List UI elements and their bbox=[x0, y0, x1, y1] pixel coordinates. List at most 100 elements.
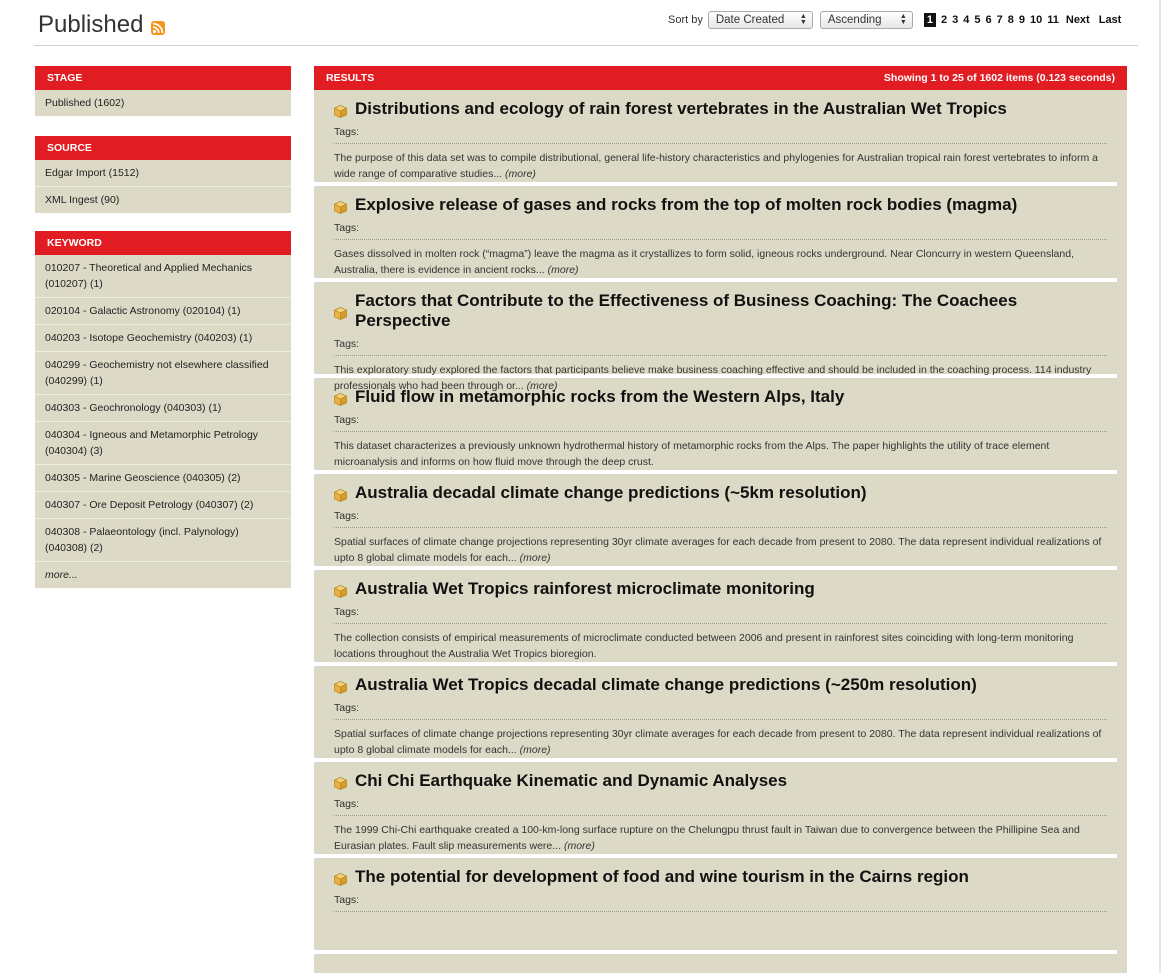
pagination: 1 2 3 4 5 6 7 8 9 10 11 Next Last bbox=[923, 13, 1126, 27]
result-description: The 1999 Chi-Chi earthquake created a 10… bbox=[334, 822, 1107, 854]
result-more-link[interactable]: (more) bbox=[564, 840, 595, 852]
result-title-text[interactable]: Australia Wet Tropics decadal climate ch… bbox=[355, 675, 977, 695]
facet-stage-item[interactable]: Published (1602) bbox=[35, 90, 291, 116]
facet-source-heading: SOURCE bbox=[35, 136, 291, 160]
result-tags-label: Tags: bbox=[334, 126, 1107, 144]
result-item: Australia Wet Tropics decadal climate ch… bbox=[314, 666, 1117, 762]
sort-by-label: Sort by bbox=[668, 14, 703, 26]
dataset-box-icon bbox=[333, 583, 348, 598]
result-item: Australia Wet Tropics rainforest microcl… bbox=[314, 570, 1117, 666]
result-item: Factors that Contribute to the Effective… bbox=[314, 282, 1117, 392]
result-more-link[interactable]: (more) bbox=[548, 264, 579, 276]
facet-keyword-item[interactable]: 040305 - Marine Geoscience (040305) (2) bbox=[35, 465, 291, 492]
result-item: Fluid flow in metamorphic rocks from the… bbox=[314, 378, 1117, 474]
result-description: Gases dissolved in molten rock (“magma”)… bbox=[334, 246, 1107, 278]
result-tags-label: Tags: bbox=[334, 894, 1107, 912]
result-description-text: Gases dissolved in molten rock (“magma”)… bbox=[334, 248, 1074, 276]
sort-order-select[interactable]: Ascending ▲ ▼ bbox=[819, 11, 913, 29]
result-title[interactable]: Chi Chi Earthquake Kinematic and Dynamic… bbox=[333, 771, 1107, 791]
result-title[interactable]: Australia Wet Tropics decadal climate ch… bbox=[333, 675, 1107, 695]
page-link[interactable]: 7 bbox=[997, 14, 1003, 26]
facet-source: SOURCE Edgar Import (1512) XML Ingest (9… bbox=[35, 136, 291, 213]
results-header: RESULTS Showing 1 to 25 of 1602 items (0… bbox=[314, 66, 1127, 90]
facet-keyword-item[interactable]: 040307 - Ore Deposit Petrology (040307) … bbox=[35, 492, 291, 519]
result-tags-label: Tags: bbox=[334, 338, 1107, 356]
result-more-link[interactable]: (more) bbox=[520, 744, 551, 756]
result-title-text[interactable]: Australia Wet Tropics rainforest microcl… bbox=[355, 579, 815, 599]
result-tags-label: Tags: bbox=[334, 222, 1107, 240]
result-title-text[interactable]: Chi Chi Earthquake Kinematic and Dynamic… bbox=[355, 771, 787, 791]
facet-stage-heading: STAGE bbox=[35, 66, 291, 90]
page-link[interactable]: 11 bbox=[1047, 14, 1059, 26]
results-heading: RESULTS bbox=[326, 72, 375, 84]
rss-feed-icon[interactable] bbox=[151, 21, 166, 35]
facet-keyword-item[interactable]: 020104 - Galactic Astronomy (020104) (1) bbox=[35, 298, 291, 325]
result-description: Spatial surfaces of climate change proje… bbox=[334, 534, 1107, 566]
result-item: Explosive release of gases and rocks fro… bbox=[314, 186, 1117, 282]
facet-keyword-item[interactable]: 040303 - Geochronology (040303) (1) bbox=[35, 395, 291, 422]
facet-keyword-more-link[interactable]: more... bbox=[35, 562, 291, 588]
result-more-link[interactable]: (more) bbox=[505, 168, 536, 180]
result-title[interactable]: Fluid flow in metamorphic rocks from the… bbox=[333, 387, 1107, 407]
facet-keyword-item[interactable]: 010207 - Theoretical and Applied Mechani… bbox=[35, 255, 291, 298]
dataset-box-icon bbox=[333, 305, 348, 320]
result-description-text: The purpose of this data set was to comp… bbox=[334, 152, 1098, 180]
page-link[interactable]: 9 bbox=[1019, 14, 1025, 26]
dataset-box-icon bbox=[333, 103, 348, 118]
page-title: Published bbox=[38, 11, 166, 39]
select-arrows-icon: ▲ ▼ bbox=[799, 13, 807, 26]
page-link[interactable]: 3 bbox=[952, 14, 958, 26]
page-title-text: Published bbox=[38, 11, 144, 38]
result-title-text[interactable]: Fluid flow in metamorphic rocks from the… bbox=[355, 387, 844, 407]
next-page-link[interactable]: Next bbox=[1066, 14, 1090, 26]
result-title-text[interactable]: Distributions and ecology of rain forest… bbox=[355, 99, 1007, 119]
facet-keyword-item[interactable]: 040308 - Palaeontology (incl. Palynology… bbox=[35, 519, 291, 562]
result-title[interactable]: Australia decadal climate change predict… bbox=[333, 483, 1107, 503]
result-description-text: Spatial surfaces of climate change proje… bbox=[334, 728, 1102, 756]
result-title[interactable]: Distributions and ecology of rain forest… bbox=[333, 99, 1107, 119]
facet-source-item[interactable]: XML Ingest (90) bbox=[35, 187, 291, 213]
result-title[interactable]: Explosive release of gases and rocks fro… bbox=[333, 195, 1107, 215]
page-link[interactable]: 5 bbox=[974, 14, 980, 26]
sort-field-select[interactable]: Date Created ▲ ▼ bbox=[707, 11, 813, 29]
results-list: Distributions and ecology of rain forest… bbox=[314, 90, 1127, 954]
page-link[interactable]: 2 bbox=[941, 14, 947, 26]
result-title-text[interactable]: The potential for development of food an… bbox=[355, 867, 969, 887]
dataset-box-icon bbox=[333, 391, 348, 406]
result-title-text[interactable]: Australia decadal climate change predict… bbox=[355, 483, 867, 503]
result-title[interactable]: The potential for development of food an… bbox=[333, 867, 1107, 887]
result-description-text: This dataset characterizes a previously … bbox=[334, 440, 1050, 468]
page-link-current[interactable]: 1 bbox=[923, 13, 936, 27]
facet-keyword: KEYWORD 010207 - Theoretical and Applied… bbox=[35, 231, 291, 588]
result-item: Chi Chi Earthquake Kinematic and Dynamic… bbox=[314, 762, 1117, 858]
result-title[interactable]: Factors that Contribute to the Effective… bbox=[333, 291, 1107, 331]
last-page-link[interactable]: Last bbox=[1099, 14, 1122, 26]
page-link[interactable]: 10 bbox=[1030, 14, 1042, 26]
page-link[interactable]: 8 bbox=[1008, 14, 1014, 26]
result-tags-label: Tags: bbox=[334, 510, 1107, 528]
result-title-text[interactable]: Explosive release of gases and rocks fro… bbox=[355, 195, 1017, 215]
result-description-text: The 1999 Chi-Chi earthquake created a 10… bbox=[334, 824, 1080, 852]
result-description: The purpose of this data set was to comp… bbox=[334, 150, 1107, 182]
dataset-box-icon bbox=[333, 487, 348, 502]
dataset-box-icon bbox=[333, 679, 348, 694]
result-title-text[interactable]: Factors that Contribute to the Effective… bbox=[355, 291, 1107, 331]
result-tags-label: Tags: bbox=[334, 702, 1107, 720]
page-link[interactable]: 6 bbox=[985, 14, 991, 26]
dataset-box-icon bbox=[333, 199, 348, 214]
facet-stage: STAGE Published (1602) bbox=[35, 66, 291, 116]
result-item: Australia decadal climate change predict… bbox=[314, 474, 1117, 570]
result-item: Distributions and ecology of rain forest… bbox=[314, 90, 1117, 186]
facet-keyword-item[interactable]: 040299 - Geochemistry not elsewhere clas… bbox=[35, 352, 291, 395]
facet-source-item[interactable]: Edgar Import (1512) bbox=[35, 160, 291, 187]
page-link[interactable]: 4 bbox=[963, 14, 969, 26]
result-title[interactable]: Australia Wet Tropics rainforest microcl… bbox=[333, 579, 1107, 599]
result-description: This dataset characterizes a previously … bbox=[334, 438, 1107, 470]
results-summary: Showing 1 to 25 of 1602 items (0.123 sec… bbox=[883, 72, 1115, 84]
result-tags-label: Tags: bbox=[334, 798, 1107, 816]
sort-field-value: Date Created bbox=[715, 14, 785, 26]
facet-keyword-item[interactable]: 040304 - Igneous and Metamorphic Petrolo… bbox=[35, 422, 291, 465]
facet-keyword-heading: KEYWORD bbox=[35, 231, 291, 255]
facet-keyword-item[interactable]: 040203 - Isotope Geochemistry (040203) (… bbox=[35, 325, 291, 352]
result-more-link[interactable]: (more) bbox=[520, 552, 551, 564]
